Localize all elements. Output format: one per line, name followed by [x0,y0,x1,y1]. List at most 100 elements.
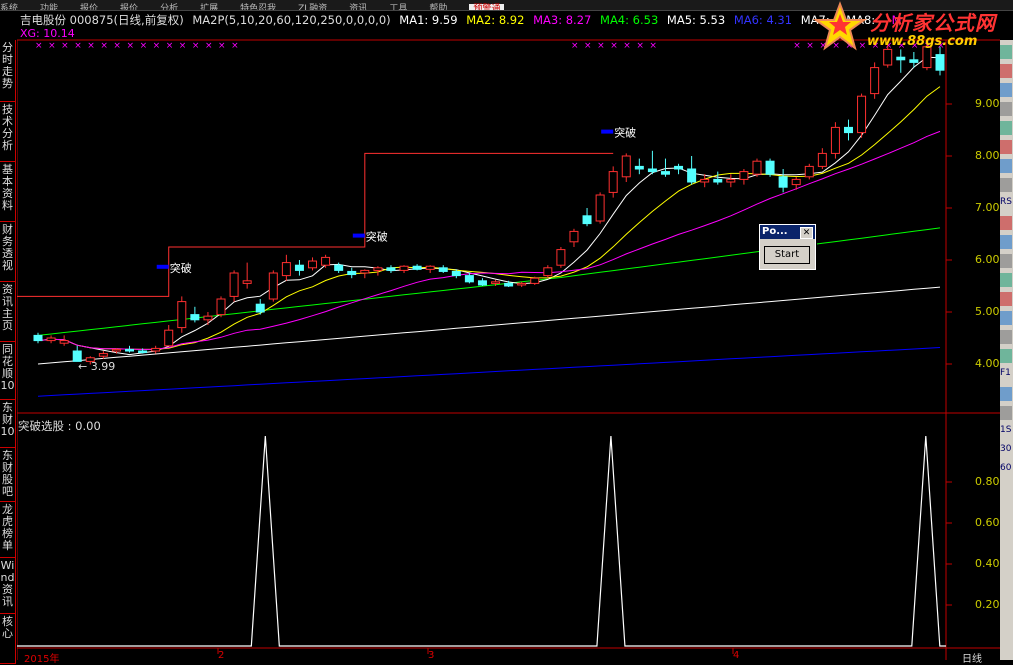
toolbar-icon[interactable] [1000,292,1012,306]
xg-marker: × [48,41,56,51]
candle-body [517,282,527,286]
toolbar-icon[interactable] [1000,45,1012,59]
date-axis-label: 3 [428,650,435,661]
candle-body [438,267,448,272]
xg-marker: × [113,41,121,51]
xg-marker: × [140,41,148,51]
price-axis-label: 8.00 [975,149,1000,162]
candle-body [726,178,736,183]
toolbar-icon[interactable]: 30 [1000,444,1012,458]
sidebar-tab[interactable]: 核心 [0,614,16,664]
sub-indicator-label: 突破选股 : 0.00 [18,419,101,433]
toolbar-icon[interactable]: 60 [1000,463,1012,477]
candle-body [791,178,801,186]
toolbar-icon[interactable] [1000,254,1012,268]
xg-marker: × [584,41,592,51]
toolbar-icon[interactable]: 1S [1000,425,1012,439]
sidebar-tab[interactable]: 龙虎榜单 [0,502,16,558]
sidebar-tab[interactable]: 财务透视 [0,222,16,282]
toolbar-icon[interactable] [1000,235,1012,249]
period-label: 日线 [962,654,982,665]
start-button[interactable]: Start [764,246,810,264]
candle-body [634,165,644,170]
candle-body [621,155,631,178]
candle-body [138,350,148,354]
toolbar-icon[interactable]: F1 [1000,368,1012,382]
candle-body [660,171,670,175]
price-axis-label: 4.00 [975,357,1000,370]
breakout-level-line [17,152,614,297]
toolbar-icon[interactable] [1000,311,1012,325]
popup-window: Po... ✕ Start [759,224,816,270]
date-axis-label: 2 [218,650,225,661]
toolbar-icon[interactable] [1000,349,1012,363]
candle-body [464,275,474,283]
candle-body [412,265,422,270]
toolbar-icon[interactable] [1000,178,1012,192]
toolbar-icon[interactable] [1000,216,1012,230]
candle-body [674,165,684,170]
xg-marker: × [218,41,226,51]
xg-marker: × [192,41,200,51]
candle-body [268,272,278,300]
sub-axis-label: 0.80 [975,475,1000,488]
toolbar-icon[interactable]: RS [1000,197,1012,211]
candle-body [98,353,108,357]
candle-body [530,277,540,284]
sidebar-tab[interactable]: 东财股吧 [0,448,16,502]
xg-marker: × [610,41,618,51]
sub-axis-label: 0.60 [975,516,1000,529]
price-axis-label: 6.00 [975,253,1000,266]
candle-body [896,56,906,61]
ma5-line [37,286,941,365]
sidebar-tab[interactable]: 同花顺10 [0,342,16,400]
candle-body [543,267,553,277]
breakout-label: 突破 [614,126,636,140]
toolbar-icon[interactable] [1000,406,1012,420]
sidebar-tab[interactable]: 分时走势 [0,40,16,102]
stock-chart: × × × × × × × × × × × × × × × × × × × × × × × × × × × × × × × × × × ×突破突破突… [16,39,1000,660]
sidebar-tab[interactable]: 资讯主页 [0,282,16,342]
toolbar-icon[interactable] [1000,273,1012,287]
toolbar-icon[interactable] [1000,140,1012,154]
sidebar-tab[interactable]: Wind资讯 [0,558,16,614]
toolbar-icon[interactable] [1000,387,1012,401]
stock-title: 吉电股份 000875(日线,前复权) [20,13,184,27]
sidebar-tab[interactable]: 东财10 [0,400,16,448]
xg-marker: × [61,41,69,51]
date-axis-label: 2015年 [24,654,60,665]
candle-body [804,165,814,178]
sidebar-tab[interactable]: 基本资料 [0,162,16,222]
xg-marker: × [87,41,95,51]
candle-body [46,337,56,342]
candle-body [360,269,370,274]
candle-body [477,280,487,286]
toolbar-icon[interactable] [1000,159,1012,173]
toolbar-icon[interactable] [1000,121,1012,135]
candle-body [294,264,304,271]
toolbar-icon[interactable] [1000,64,1012,78]
toolbar-icon[interactable] [1000,83,1012,97]
candle-body [556,249,566,266]
logo-title: 分析家公式网 [870,11,996,35]
breakout-marker [352,233,365,238]
candle-body [255,303,265,313]
toolbar-icon[interactable] [1000,102,1012,116]
candle-body [190,314,200,321]
candle-body [582,215,592,225]
right-toolbar: RS F1 1S 30 60 [1000,40,1013,660]
candle-body [830,126,840,154]
xg-marker: × [179,41,187,51]
candle-body [33,334,43,342]
candle-body [347,270,357,276]
candle-body [242,280,252,284]
toolbar-icon[interactable] [1000,330,1012,344]
candle-body [595,194,605,222]
candle-body [935,54,945,71]
xg-marker: × [571,41,579,51]
ma1-value: MA1: 9.59 [399,13,458,27]
left-sidebar: 分时走势 技术分析 基本资料 财务透视 资讯主页 同花顺10 东财10 东财股吧 龙虎榜单 Win… [0,40,17,664]
sidebar-tab[interactable]: 技术分析 [0,102,16,162]
candle-body [700,178,710,183]
popup-close-button[interactable]: ✕ [800,227,813,239]
